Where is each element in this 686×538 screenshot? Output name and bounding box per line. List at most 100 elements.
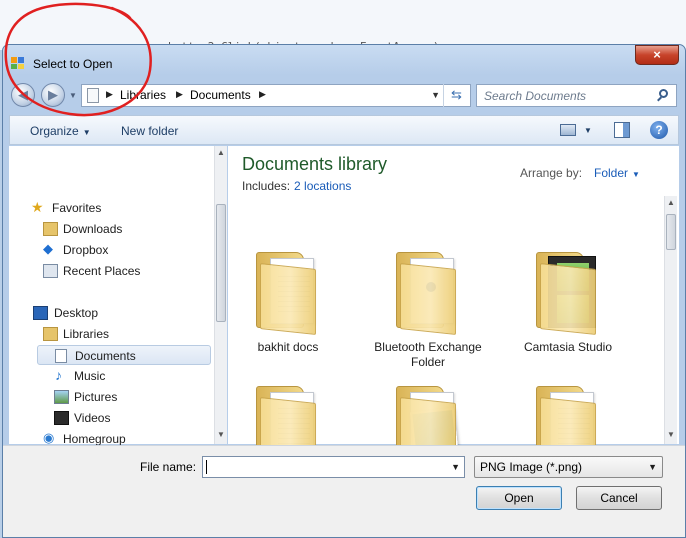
sidebar-item-libraries[interactable]: Libraries <box>9 324 209 344</box>
breadcrumb-documents[interactable]: Documents <box>190 88 251 102</box>
pictures-icon <box>54 390 69 404</box>
address-bar[interactable]: ▶ Libraries ▶ Documents ▶ ▼ <box>81 84 471 107</box>
arrange-by-label: Arrange by: <box>520 166 583 180</box>
sidebar-label: Videos <box>74 411 111 425</box>
file-list-scrollbar[interactable]: ▲ ▼ <box>664 196 677 444</box>
sidebar-label: Recent Places <box>63 264 141 278</box>
sidebar-item-desktop[interactable]: Desktop <box>9 303 209 323</box>
organize-button[interactable]: Organize ▼ <box>30 124 91 138</box>
file-name-dropdown-icon[interactable]: ▼ <box>451 462 460 472</box>
address-dropdown-icon[interactable]: ▼ <box>431 90 440 100</box>
scroll-up-icon[interactable]: ▲ <box>217 148 225 157</box>
music-icon: ♪ <box>55 367 62 383</box>
sidebar-item-favorites[interactable]: ★ Favorites <box>9 198 209 218</box>
dialog-footer: File name: ▼ PNG Image (*.png) ▼ Open Ca… <box>3 445 685 537</box>
chevron-down-icon: ▼ <box>82 128 91 137</box>
change-view-icon[interactable] <box>560 124 576 136</box>
arrange-by-dropdown[interactable]: Folder ▼ <box>594 166 640 180</box>
file-name-label: File name: <box>140 460 197 474</box>
folder-name: Camtasia Studio <box>523 340 613 354</box>
back-button[interactable]: ◀ <box>11 83 35 107</box>
recent-pages-dropdown[interactable]: ▼ <box>69 91 77 100</box>
folder-item[interactable]: bakhit docs <box>228 250 348 378</box>
refresh-icon: ⇆ <box>451 87 462 102</box>
cancel-button[interactable]: Cancel <box>576 486 662 510</box>
scroll-down-icon[interactable]: ▼ <box>667 430 675 439</box>
sidebar-item-recent-places[interactable]: Recent Places <box>9 261 209 281</box>
file-type-filter[interactable]: PNG Image (*.png) ▼ <box>474 456 663 478</box>
library-includes: Includes: 2 locations <box>242 179 351 193</box>
sidebar-label: Music <box>74 369 106 383</box>
breadcrumb-arrow-icon[interactable]: ▶ <box>176 89 183 100</box>
search-placeholder: Search Documents <box>484 89 587 103</box>
sidebar-item-pictures[interactable]: Pictures <box>9 387 209 407</box>
folder-item[interactable]: Bluetooth Exchange Folder <box>368 250 488 378</box>
document-icon <box>87 88 99 103</box>
sidebar-label: Homegroup <box>63 432 126 446</box>
open-file-dialog: Select to Open × ◀ ▶ ▼ ▶ Libraries ▶ Doc… <box>2 44 686 538</box>
locations-link[interactable]: 2 locations <box>294 179 351 193</box>
command-bar: Organize ▼ New folder ▼ ? <box>9 115 679 145</box>
videos-icon <box>54 411 69 425</box>
forward-arrow-icon: ▶ <box>48 87 58 102</box>
background-editor: button2_Click(object sender, EventArgs e… <box>0 0 686 53</box>
folder-icon <box>252 250 324 336</box>
file-type-value: PNG Image (*.png) <box>480 460 583 474</box>
forward-button[interactable]: ▶ <box>41 83 65 107</box>
new-folder-button[interactable]: New folder <box>121 124 178 138</box>
back-arrow-icon: ◀ <box>18 87 28 102</box>
sidebar-scroll-thumb[interactable] <box>216 204 226 322</box>
sidebar-item-music[interactable]: ♪ Music <box>9 366 209 386</box>
folder-icon <box>532 250 604 336</box>
close-button[interactable]: × <box>635 45 679 65</box>
star-icon: ★ <box>31 199 44 215</box>
recent-places-icon <box>43 264 58 278</box>
search-box[interactable]: Search Documents <box>476 84 677 107</box>
file-list-pane: Documents library Includes: 2 locations A… <box>228 146 679 488</box>
organize-label: Organize <box>30 124 79 138</box>
breadcrumb-arrow-icon[interactable]: ▶ <box>259 89 266 100</box>
chevron-down-icon: ▼ <box>648 462 657 472</box>
help-icon[interactable]: ? <box>650 121 668 139</box>
documents-icon <box>55 349 67 363</box>
scroll-up-icon[interactable]: ▲ <box>667 198 675 207</box>
homegroup-icon: ◉ <box>43 430 55 445</box>
folder-item[interactable]: Camtasia Studio <box>508 250 628 378</box>
sidebar-label: Dropbox <box>63 243 109 257</box>
sidebar-label: Pictures <box>74 390 118 404</box>
sidebar-label: Libraries <box>63 327 110 341</box>
open-button[interactable]: Open <box>476 486 562 510</box>
breadcrumb-arrow-icon[interactable]: ▶ <box>106 89 113 100</box>
folder-name: bakhit docs <box>257 340 319 354</box>
downloads-folder-icon <box>43 222 58 236</box>
sidebar-item-dropbox[interactable]: ◆ Dropbox <box>9 240 209 260</box>
scroll-down-icon[interactable]: ▼ <box>217 430 225 439</box>
sidebar-label: Desktop <box>54 306 99 320</box>
libraries-icon <box>43 327 58 341</box>
sidebar-label: Downloads <box>63 222 123 236</box>
chevron-down-icon: ▼ <box>632 170 640 179</box>
library-title: Documents library <box>242 154 388 174</box>
view-options-dropdown-icon[interactable]: ▼ <box>584 126 592 135</box>
desktop-icon <box>33 306 48 320</box>
sidebar-scrollbar[interactable]: ▲ ▼ <box>214 146 227 444</box>
navigation-pane: ★ Favorites Downloads ◆ Dropbox Recent P… <box>9 146 227 446</box>
sidebar-item-downloads[interactable]: Downloads <box>9 219 209 239</box>
title-bar: Select to Open × <box>3 45 685 79</box>
search-icon[interactable] <box>656 88 670 102</box>
folder-name: Bluetooth Exchange Folder <box>374 340 482 369</box>
sidebar-item-videos[interactable]: Videos <box>9 408 209 428</box>
text-cursor <box>206 460 207 474</box>
file-list-scroll-thumb[interactable] <box>666 214 676 250</box>
includes-label: Includes: <box>242 179 291 193</box>
sidebar-label: Documents <box>75 349 136 363</box>
dialog-title: Select to Open <box>33 57 113 71</box>
folder-icon <box>392 250 464 336</box>
refresh-button[interactable]: ⇆ <box>443 84 469 107</box>
breadcrumb-libraries[interactable]: Libraries <box>120 88 166 102</box>
arrange-value: Folder <box>594 166 629 180</box>
sidebar-label: Favorites <box>52 201 102 215</box>
file-name-input[interactable]: ▼ <box>202 456 465 478</box>
sidebar-item-documents[interactable]: Documents <box>37 345 211 365</box>
preview-pane-icon[interactable] <box>614 122 630 138</box>
